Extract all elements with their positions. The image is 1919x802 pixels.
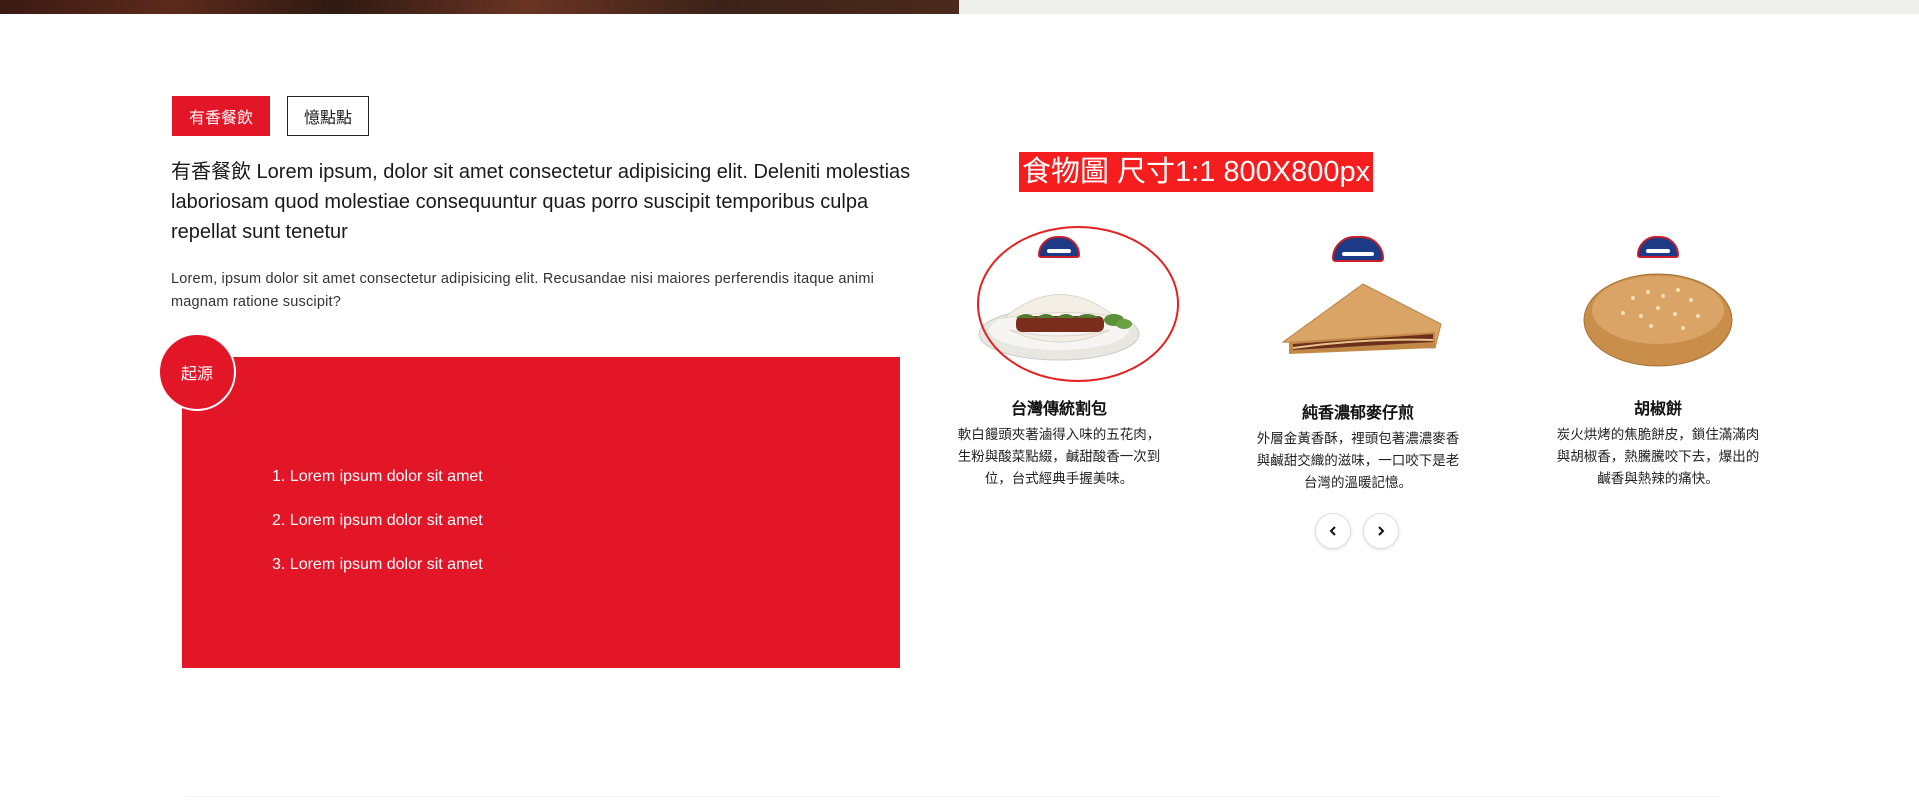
origin-badge-label: 起源 <box>180 366 213 383</box>
intro-body: Lorem, ipsum dolor sit amet consectetur … <box>171 271 875 310</box>
hero-banner-right-strip <box>959 0 1919 14</box>
image-size-placeholder-label: 食物圖 尺寸1:1 800X800px <box>1019 152 1374 192</box>
mai-zai-jian-image <box>1281 283 1442 354</box>
origin-badge: 起源 <box>158 333 236 411</box>
carousel-prev-button[interactable] <box>1315 513 1351 549</box>
food-card-desc: 炭火烘烤的焦脆餅皮，鎖住滿滿肉與胡椒香，熱騰騰咬下去，爆出的鹹香與熱辣的痛快。 <box>1556 427 1760 486</box>
origin-list: 1. Lorem ipsum dolor sit amet 2. Lorem i… <box>272 467 483 599</box>
hero-banner-image-strip <box>0 0 959 14</box>
chevron-right-icon <box>1378 526 1385 536</box>
tab-youxiang[interactable]: 有香餐飲 <box>172 96 271 136</box>
food-card-title: 台灣傳統割包 <box>1010 401 1107 418</box>
food-card[interactable]: 台灣傳統割包 軟白饅頭夾著滷得入味的五花肉，生粉與酸菜點綴，鹹甜酸香一次到位，台… <box>949 232 1169 490</box>
carousel-next-button[interactable] <box>1363 513 1399 549</box>
origin-list-item: 1. Lorem ipsum dolor sit amet <box>272 468 483 485</box>
pepper-bun-image <box>1583 273 1733 367</box>
origin-list-item: 2. Lorem ipsum dolor sit amet <box>272 512 483 529</box>
origin-list-item: 3. Lorem ipsum dolor sit amet <box>272 556 483 573</box>
taiwan-food-logo-icon <box>1038 236 1080 258</box>
brand-tabs: 有香餐飲 憶點點 <box>172 96 370 136</box>
chevron-left-icon <box>1329 526 1336 536</box>
tab-yidiandian[interactable]: 憶點點 <box>287 96 370 136</box>
intro-headline: 有香餐飲 Lorem ipsum, dolor sit amet consect… <box>171 161 911 243</box>
gua-bao-image <box>978 294 1140 361</box>
food-card[interactable]: 胡椒餅 炭火烘烤的焦脆餅皮，鎖住滿滿肉與胡椒香，熱騰騰咬下去，爆出的鹹香與熱辣的… <box>1548 232 1768 490</box>
food-card-title: 胡椒餅 <box>1633 401 1682 418</box>
food-card-desc: 外層金黃香酥，裡頭包著濃濃麥香與鹹甜交織的滋味，一口咬下是老台灣的溫暖記憶。 <box>1256 431 1460 490</box>
food-card-title: 純香濃郁麥仔煎 <box>1301 405 1414 422</box>
food-card[interactable]: 純香濃郁麥仔煎 外層金黃香酥，裡頭包著濃濃麥香與鹹甜交織的滋味，一口咬下是老台灣… <box>1248 232 1468 494</box>
food-card-desc: 軟白饅頭夾著滷得入味的五花肉，生粉與酸菜點綴，鹹甜酸香一次到位，台式經典手握美味… <box>957 427 1161 486</box>
taiwan-food-logo-icon <box>1332 236 1384 262</box>
taiwan-food-logo-icon <box>1637 236 1679 258</box>
section-divider <box>185 796 1720 797</box>
